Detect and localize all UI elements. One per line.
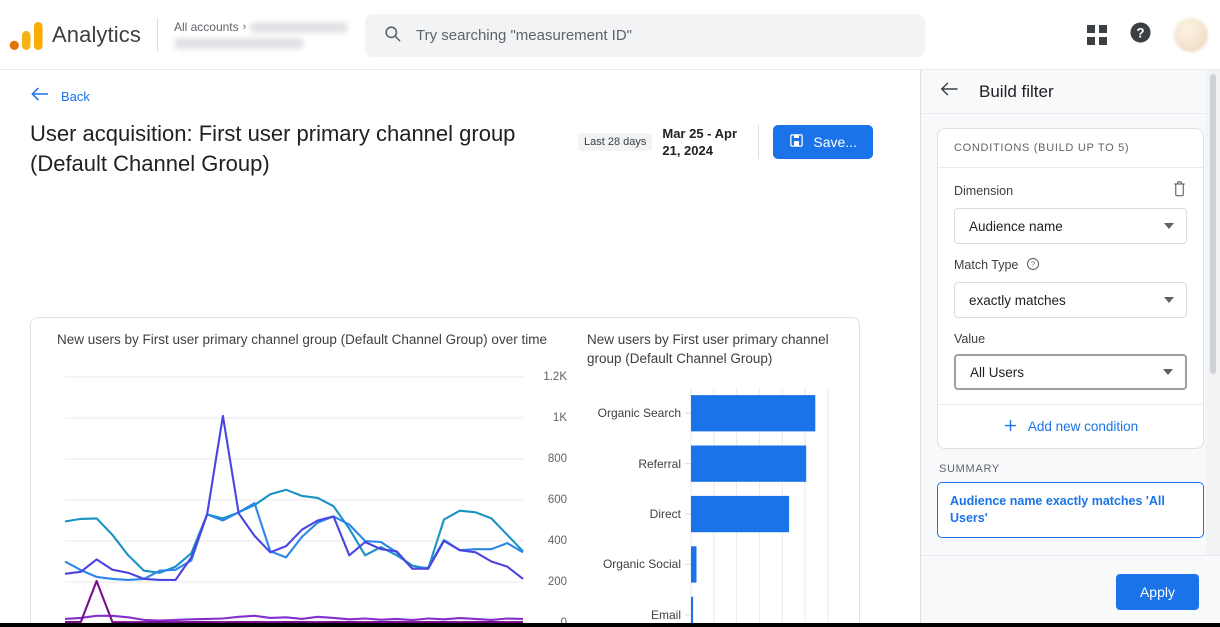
charts-card: New users by First user primary channel …: [30, 317, 860, 627]
chevron-down-icon-match: [1164, 297, 1174, 303]
bar-chart-plot[interactable]: Organic Search Referral Direct Organic Soci…: [587, 382, 845, 627]
match-type-row: Match Type ?: [954, 256, 1187, 276]
report-main-area: Back User acquisition: First user primar…: [0, 70, 920, 627]
panel-back-icon[interactable]: [939, 81, 959, 102]
y-tick-label: 800: [547, 453, 567, 465]
panel-title: Build filter: [979, 81, 1054, 101]
y-tick-label: 1K: [552, 412, 567, 424]
y-tick-label: 400: [547, 535, 567, 547]
report-header: User acquisition: First user primary cha…: [0, 107, 920, 179]
account-name-redacted: [250, 21, 349, 33]
svg-text:?: ?: [1136, 25, 1144, 40]
chevron-down-icon: [1164, 223, 1174, 229]
save-button[interactable]: Save...: [773, 125, 873, 159]
help-circle-icon[interactable]: ?: [1129, 21, 1152, 49]
save-label: Save...: [813, 134, 857, 150]
bar-category-label: Direct: [649, 507, 681, 521]
value-value: All Users: [970, 364, 1025, 380]
top-navigation-bar: Analytics All accounts › Try searching "…: [0, 0, 1220, 70]
y-tick-label: 600: [547, 494, 567, 506]
summary-chip[interactable]: Audience name exactly matches 'All Users…: [937, 482, 1204, 538]
date-range-selector[interactable]: Last 28 days Mar 25 - Apr 21, 2024 Save.…: [578, 125, 873, 159]
chevron-down-icon-value: [1163, 369, 1173, 375]
value-label: Value: [954, 332, 986, 346]
conditions-card: CONDITIONS (BUILD UP TO 5) Dimension Aud…: [937, 128, 1204, 449]
bar-category-label: Referral: [638, 456, 681, 471]
back-label: Back: [61, 89, 90, 104]
user-avatar[interactable]: [1174, 18, 1208, 52]
date-preset-pill: Last 28 days: [578, 133, 653, 151]
match-type-select[interactable]: exactly matches: [954, 282, 1187, 318]
save-disk-icon: [789, 133, 804, 151]
svg-text:?: ?: [1031, 260, 1035, 269]
back-button[interactable]: Back: [0, 70, 920, 107]
build-filter-panel: Build filter CONDITIONS (BUILD UP TO 5) …: [920, 70, 1220, 627]
value-select[interactable]: All Users: [954, 354, 1187, 390]
line-chart-svg: [64, 376, 524, 624]
page-title: User acquisition: First user primary cha…: [30, 121, 516, 176]
global-search[interactable]: [365, 14, 925, 57]
dimension-label: Dimension: [954, 184, 1014, 198]
apply-button[interactable]: Apply: [1115, 573, 1199, 610]
header-divider-2: [758, 125, 760, 159]
y-tick-label: 200: [547, 576, 567, 588]
bar-chart-block: New users by First user primary channel …: [587, 330, 845, 627]
y-tick-label: 1.2K: [543, 371, 567, 383]
panel-body: CONDITIONS (BUILD UP TO 5) Dimension Aud…: [921, 114, 1220, 538]
trash-icon[interactable]: [1172, 180, 1187, 202]
search-icon: [383, 24, 402, 48]
bar-category-label: Organic Search: [597, 406, 681, 421]
add-new-condition-label: Add new condition: [1027, 419, 1139, 434]
date-range-text: Mar 25 - Apr 21, 2024: [662, 126, 738, 158]
line-chart-title: New users by First user primary channel …: [57, 332, 547, 347]
panel-scrollbar-thumb[interactable]: [1210, 74, 1216, 374]
panel-scroll-track[interactable]: [1206, 70, 1220, 627]
search-input[interactable]: [416, 27, 896, 44]
bottom-edge: [0, 623, 1220, 627]
bar-chart-title: New users by First user primary channel …: [587, 332, 829, 366]
dimension-value: Audience name: [969, 218, 1063, 234]
analytics-app: Analytics All accounts › Try searching "…: [0, 0, 1220, 627]
summary-label: SUMMARY: [939, 463, 1000, 475]
dimension-select[interactable]: Audience name: [954, 208, 1187, 244]
value-row: Value: [954, 330, 1187, 348]
header-divider: [156, 17, 158, 52]
chevron-right-icon: ›: [242, 21, 247, 33]
line-chart-plot[interactable]: 02004006008001K1.2K 31Mar07Apr1421: [57, 363, 567, 627]
all-accounts-label: All accounts: [173, 20, 239, 34]
bar-category-label: Organic Social: [602, 557, 681, 572]
property-name-redacted: [173, 38, 304, 49]
account-selector[interactable]: All accounts ›: [173, 20, 370, 49]
arrow-left-icon: [30, 86, 49, 107]
conditions-body: Dimension Audience name Match Type ? exa…: [938, 168, 1203, 404]
panel-header: Build filter: [921, 70, 1220, 114]
line-chart-block: New users by First user primary channel …: [57, 330, 567, 627]
match-type-label: Match Type: [954, 258, 1019, 272]
conditions-header: CONDITIONS (BUILD UP TO 5): [938, 129, 1203, 168]
plus-icon: [1003, 418, 1018, 436]
bar-category-label: Email: [650, 607, 681, 622]
dimension-row: Dimension: [954, 180, 1187, 202]
top-bar-actions: ?: [1087, 0, 1208, 70]
apps-grid-icon[interactable]: [1087, 25, 1107, 45]
add-new-condition-button[interactable]: Add new condition: [938, 404, 1203, 448]
help-circle-icon-match[interactable]: ?: [1026, 257, 1040, 276]
match-type-value: exactly matches: [969, 292, 1066, 308]
analytics-logo-icon[interactable]: [8, 18, 50, 52]
brand-title: Analytics: [52, 21, 141, 47]
panel-footer: Apply: [921, 555, 1220, 627]
